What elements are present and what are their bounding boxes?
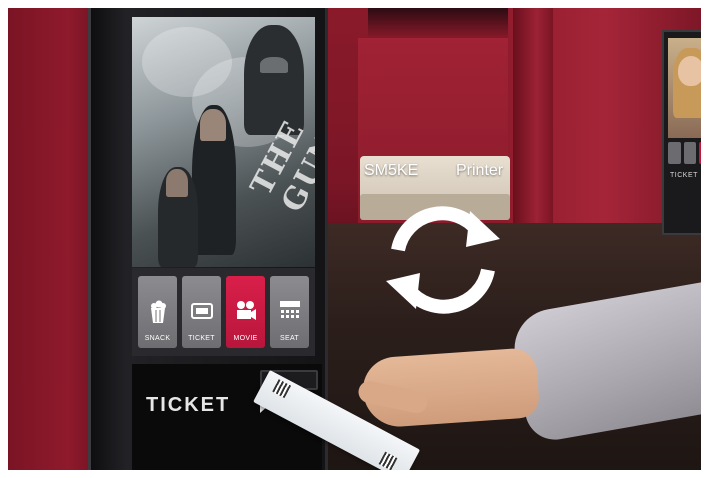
menu-button-seat[interactable]: SEAT	[270, 276, 309, 348]
face	[166, 169, 188, 197]
menu-label: SNACK	[144, 335, 171, 342]
distant-kiosk-menu	[668, 142, 701, 164]
sm5ke-label: SM5KE	[364, 162, 419, 179]
menu-label: TICKET	[188, 335, 215, 342]
qr-code-icon	[272, 379, 292, 399]
distant-kiosk-button	[668, 142, 681, 164]
pillar	[513, 8, 553, 238]
mask	[260, 57, 288, 73]
seat-icon	[278, 297, 302, 325]
menu-button-movie[interactable]: MOVIE	[226, 276, 265, 348]
menu-button-snack[interactable]: SNACK	[138, 276, 177, 348]
kiosk-screen: THE GUN	[132, 17, 315, 267]
ticket-dispenser-label: TICKET	[146, 394, 231, 416]
sync-arrows-icon	[378, 195, 508, 325]
distant-kiosk: TICKET	[662, 30, 701, 235]
ceiling	[368, 8, 508, 38]
menu-button-ticket[interactable]: TICKET	[182, 276, 221, 348]
kiosk-menu: SNACK TICKET MOVIE SEAT	[132, 268, 315, 356]
kiosk-photo-scene: TICKET THE GUN SNACK TICKET MOVIE SEAT T…	[8, 8, 701, 470]
ticket-icon	[190, 297, 214, 325]
qr-code-icon	[378, 451, 398, 470]
camera-icon	[234, 297, 258, 325]
distant-kiosk-button-active	[699, 142, 701, 164]
distant-kiosk-face	[678, 56, 701, 86]
menu-label: SEAT	[280, 335, 299, 342]
menu-label: MOVIE	[233, 335, 258, 342]
distant-kiosk-screen	[668, 38, 701, 138]
popcorn-icon	[146, 297, 170, 325]
face	[200, 109, 226, 141]
distant-kiosk-button	[683, 142, 697, 164]
distant-kiosk-label: TICKET	[670, 172, 698, 179]
printer-label: Printer	[456, 162, 504, 179]
